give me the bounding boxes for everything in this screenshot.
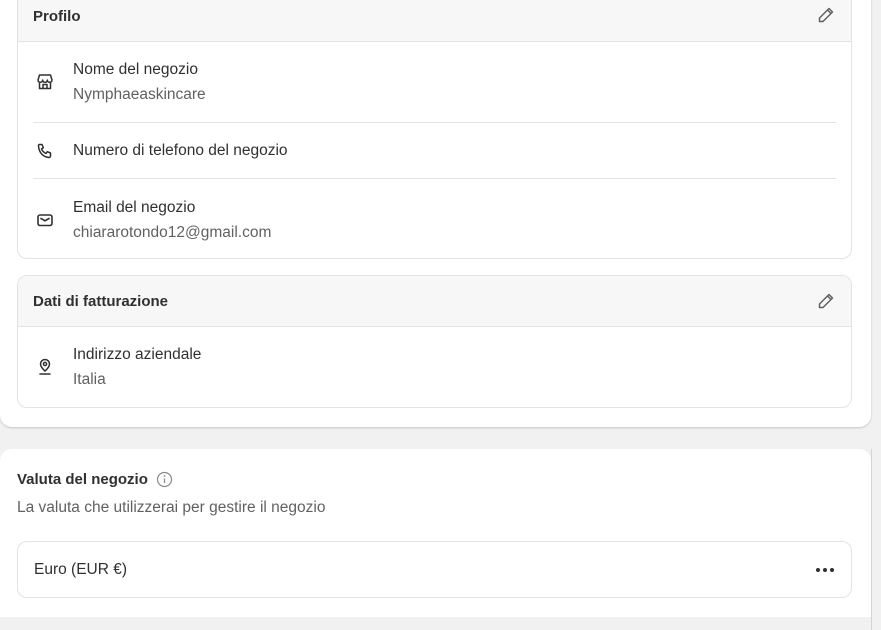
store-email-row[interactable]: Email del negozio chiararotondo12@gmail.c… bbox=[33, 179, 836, 258]
edit-billing-icon[interactable] bbox=[816, 291, 836, 311]
store-email-label: Email del negozio bbox=[73, 198, 196, 216]
store-phone-label: Numero di telefono del negozio bbox=[73, 142, 288, 159]
currency-section: Valuta del negozio La valuta che utilizz… bbox=[0, 449, 871, 617]
store-details-panel: Profilo Nome del negozio Nymphaeaskincare… bbox=[0, 0, 871, 427]
store-icon bbox=[33, 70, 57, 94]
currency-row: Euro (EUR €) bbox=[17, 541, 852, 598]
profile-card: Profilo Nome del negozio Nymphaeaskincare… bbox=[17, 0, 852, 259]
currency-value: Euro (EUR €) bbox=[34, 560, 128, 578]
billing-card: Dati di fatturazione Indirizzo aziendale… bbox=[17, 275, 852, 408]
edit-profile-icon[interactable] bbox=[816, 5, 836, 25]
business-address-value: Italia bbox=[73, 371, 106, 388]
store-phone-row[interactable]: Numero di telefono del negozio bbox=[33, 123, 836, 179]
currency-subtitle: La valuta che utilizzerai per gestire il… bbox=[17, 499, 326, 516]
store-name-row[interactable]: Nome del negozio Nymphaeaskincare bbox=[33, 42, 836, 123]
billing-title: Dati di fatturazione bbox=[33, 292, 169, 310]
more-actions-icon[interactable] bbox=[815, 567, 835, 573]
currency-title: Valuta del negozio bbox=[17, 471, 148, 488]
store-name-label: Nome del negozio bbox=[73, 61, 198, 78]
email-icon bbox=[33, 208, 57, 232]
business-address-label: Indirizzo aziendale bbox=[73, 346, 202, 363]
store-name-value: Nymphaeaskincare bbox=[73, 86, 206, 103]
business-address-row[interactable]: Indirizzo aziendale Italia bbox=[33, 327, 836, 407]
scrollbar[interactable] bbox=[871, 449, 872, 630]
profile-title: Profilo bbox=[33, 8, 81, 25]
location-icon bbox=[33, 355, 57, 379]
phone-icon bbox=[33, 139, 57, 163]
store-email-value: chiararotondo12@gmail.com bbox=[73, 223, 272, 241]
info-icon[interactable] bbox=[156, 471, 173, 488]
